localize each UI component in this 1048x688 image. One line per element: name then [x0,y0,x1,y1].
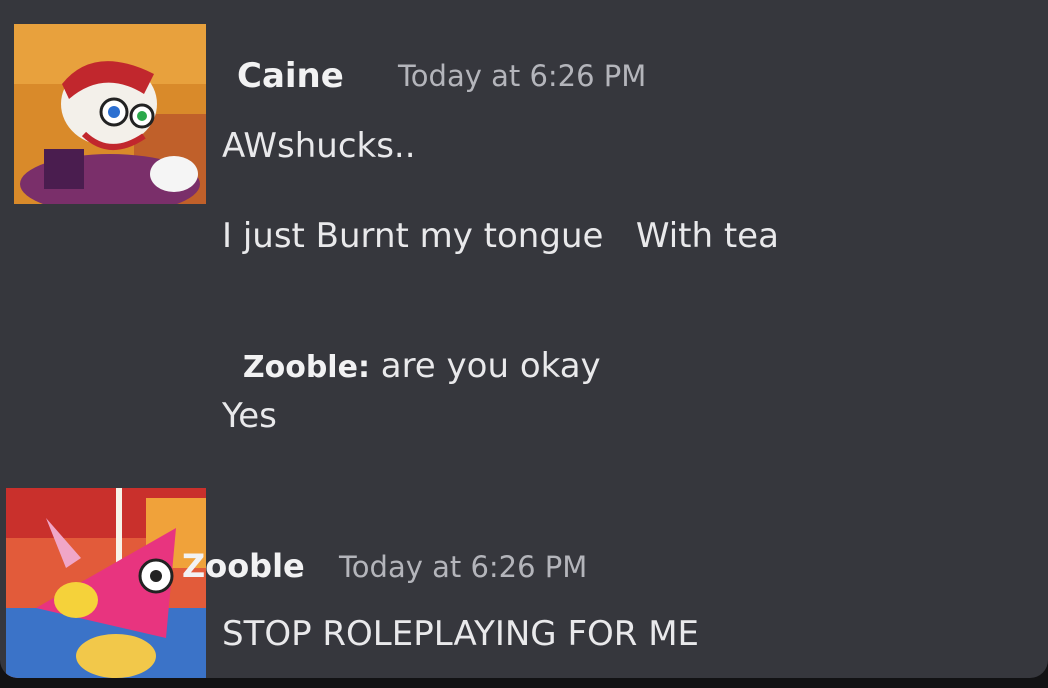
message-author-zooble[interactable]: Zooble [182,547,305,585]
quoted-speaker-text: are you okay [369,346,601,386]
message-timestamp: Today at 6:26 PM [339,550,588,584]
message-line: STOP ROLEPLAYING FOR ME [222,614,700,654]
message-author-caine[interactable]: Caine [237,56,344,96]
message-line: Yes [222,396,277,436]
message-line: I just Burnt my tongue With tea [222,216,779,256]
chat-message-list: Caine Today at 6:26 PM AWshucks.. I just… [0,0,1048,678]
zooble-avatar[interactable] [6,488,206,678]
message-line: AWshucks.. [222,126,416,166]
quoted-speaker-label: Zooble: [242,350,370,385]
message-timestamp: Today at 6:26 PM [398,59,647,93]
caine-avatar[interactable] [14,24,206,204]
